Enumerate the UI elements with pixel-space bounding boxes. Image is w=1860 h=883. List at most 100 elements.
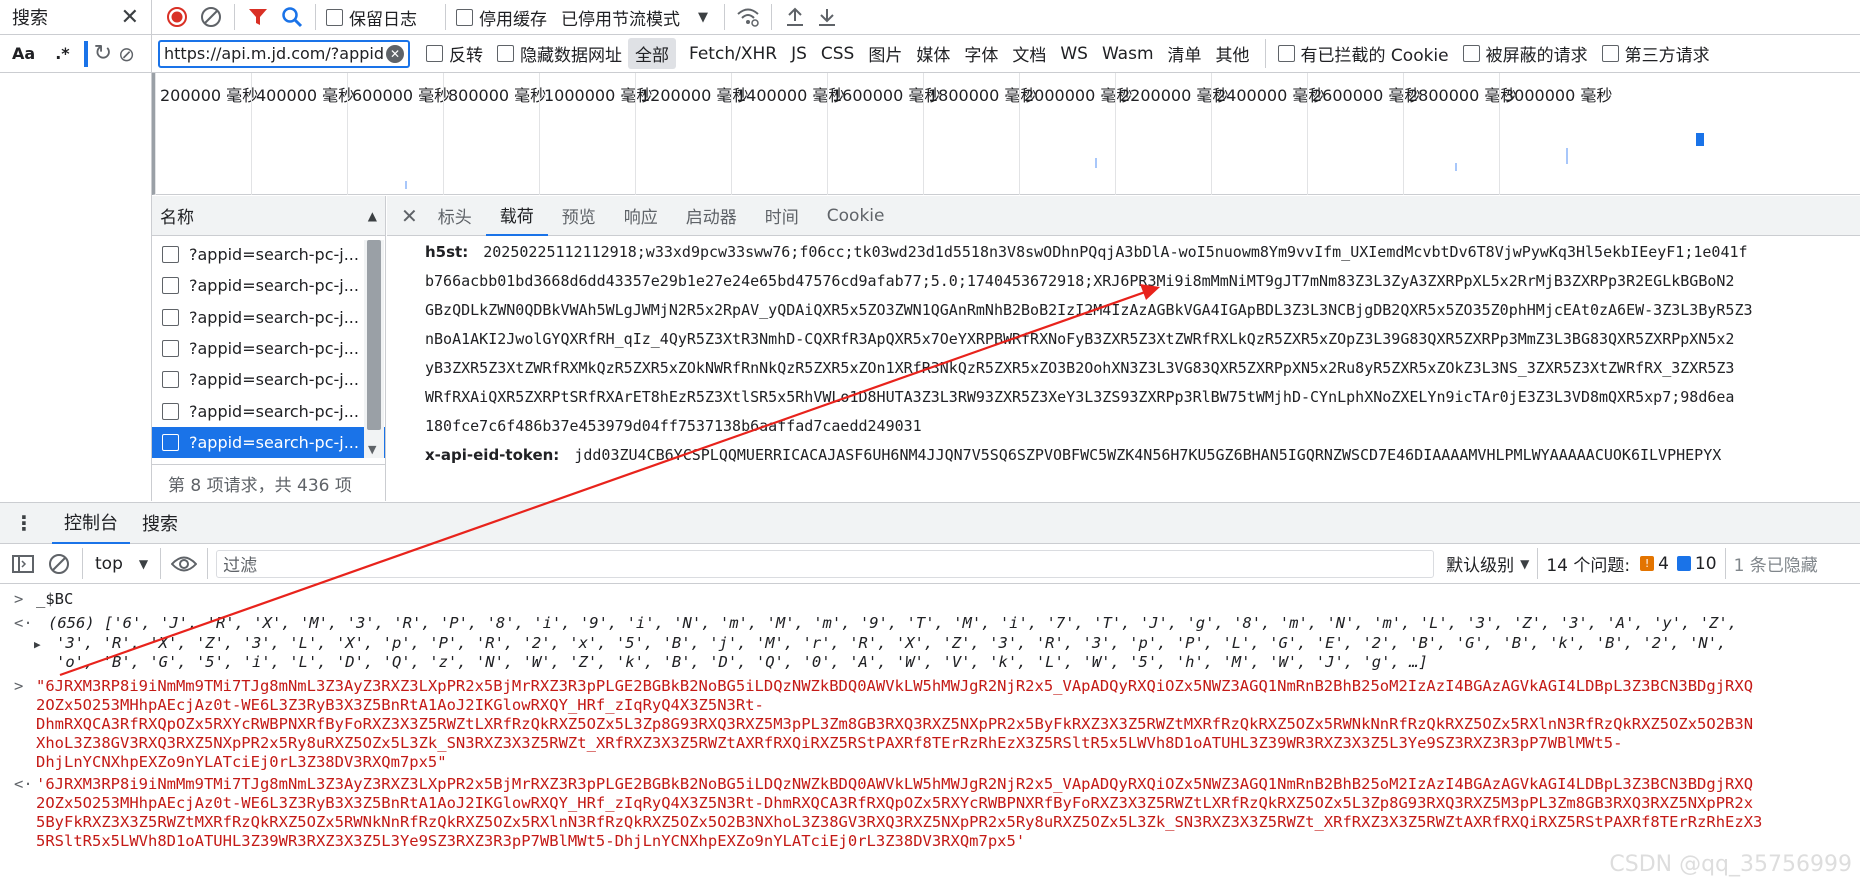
record-icon[interactable] [162, 2, 192, 32]
close-icon[interactable]: ✕ [121, 5, 139, 30]
request-row[interactable]: ?appid=search-pc-j... [152, 395, 385, 426]
tab-search[interactable]: 搜索 [130, 502, 190, 544]
filter-input-value: https://api.m.jd.com/?appid [164, 44, 384, 63]
param-value-line: 180fce7c6f486b37e453979d04ff7537138b6aaf… [425, 417, 922, 435]
network-conditions-icon[interactable] [733, 2, 763, 32]
filter-input[interactable]: https://api.m.jd.com/?appid ✕ [158, 39, 410, 68]
detail-tab-3[interactable]: 响应 [610, 196, 672, 236]
filter-type-10[interactable]: 清单 [1161, 38, 1209, 69]
preserve-log-label: 保留日志 [349, 9, 417, 30]
search-results-area [0, 73, 152, 501]
divider [445, 4, 446, 30]
context-select[interactable]: top ▼ [95, 554, 148, 574]
blocked-cookies-checkbox[interactable] [1277, 45, 1295, 62]
string-line: DhjLnYCNXhpEXZo9nYLATciEj0rL3Z38DV3RXQm7… [36, 753, 447, 771]
console-result-array[interactable]: <· (656) ['6', 'J', 'R', 'X', 'M', '3', '… [14, 614, 1737, 632]
close-icon[interactable]: ✕ [401, 204, 418, 228]
filter-type-9[interactable]: Wasm [1095, 41, 1161, 67]
console-result-array-line: ▶ '3', 'R', 'X', 'Z', '3', 'L', 'X', 'p',… [14, 634, 1726, 652]
sidebar-toggle-icon[interactable] [8, 549, 38, 579]
tab-console[interactable]: 控制台 [52, 502, 130, 544]
request-checkbox[interactable] [162, 371, 179, 389]
console-filter-placeholder: 过滤 [223, 556, 258, 576]
request-checkbox[interactable] [162, 402, 179, 420]
request-row[interactable]: ?appid=search-pc-j... [152, 333, 385, 364]
hide-data-urls-checkbox[interactable] [497, 45, 514, 62]
throttling-value: 已停用节流模式 [561, 9, 680, 30]
console-filter-input[interactable]: 过滤 [216, 549, 1435, 578]
clear-filter-icon[interactable]: ✕ [386, 44, 404, 63]
request-checkbox[interactable] [162, 277, 179, 295]
refresh-icon[interactable]: ↻ [94, 41, 112, 66]
disable-cache-checkbox[interactable] [456, 8, 473, 26]
array-preview-cont: '3', 'R', 'X', 'Z', '3', 'L', 'X', 'p', … [56, 634, 1727, 652]
param-key: h5st: [425, 243, 469, 261]
search-icon[interactable] [277, 2, 307, 32]
clear-icon[interactable]: ⊘ [118, 42, 135, 66]
scroll-down-icon[interactable]: ▼ [368, 443, 376, 456]
param-value-line: WRfRXAiQXR5ZXRPtSRfRXArET8hEzR5Z3XtlSR5x… [425, 388, 1735, 406]
request-row[interactable]: ?appid=search-pc-j... [152, 364, 385, 395]
eye-icon[interactable] [169, 549, 199, 579]
blocked-requests-checkbox[interactable] [1462, 45, 1480, 62]
detail-tab-1[interactable]: 载荷 [485, 196, 548, 236]
param-value-line: 20250225112112918;w33xd9pcw33sww76;f06cc… [483, 243, 1748, 261]
console-output: > _$BC <· (656) ['6', 'J', 'R', 'X', 'M', … [0, 584, 1860, 883]
request-list-scrollbar[interactable]: ▼ [364, 240, 384, 458]
request-name: ?appid=search-pc-j... [189, 401, 359, 421]
preserve-log-checkbox[interactable] [326, 8, 343, 26]
scroll-thumb[interactable] [367, 240, 381, 430]
filter-type-3[interactable]: CSS [814, 41, 861, 67]
prompt-chevron-icon: > [14, 677, 24, 695]
timeline-activity-mark [1566, 148, 1568, 164]
clear-icon[interactable] [196, 2, 226, 32]
filter-type-2[interactable]: JS [784, 41, 814, 67]
request-row[interactable]: ?appid=search-pc-j... [152, 426, 385, 459]
log-level-select[interactable]: 默认级别 ▼ [1446, 551, 1529, 576]
more-icon[interactable]: ⋮ [14, 511, 34, 535]
invert-label: 反转 [449, 46, 483, 66]
request-checkbox[interactable] [162, 308, 179, 326]
detail-tab-6[interactable]: Cookie [813, 196, 899, 236]
name-column-header[interactable]: 名称 ▲ [152, 196, 385, 236]
request-row[interactable]: ?appid=search-pc-j... [152, 302, 385, 333]
issues-button[interactable]: 14 个问题: ! 4 10 [1546, 551, 1716, 577]
invert-checkbox[interactable] [426, 45, 443, 62]
detail-tab-2[interactable]: 预览 [548, 196, 610, 236]
regex-button[interactable]: .* [55, 44, 69, 63]
detail-tab-5[interactable]: 时间 [751, 196, 813, 236]
filter-type-4[interactable]: 图片 [861, 38, 909, 69]
match-case-button[interactable]: Aa [12, 44, 35, 63]
divider [207, 548, 209, 579]
detail-tab-4[interactable]: 启动器 [672, 196, 751, 236]
blocked-cookies-label: 有已拦截的 Cookie [1300, 46, 1449, 66]
search-input[interactable] [83, 40, 88, 67]
filter-icon[interactable] [243, 2, 273, 32]
filter-type-0[interactable]: 全部 [628, 38, 676, 69]
expand-triangle-icon[interactable]: ▶ [34, 638, 56, 651]
network-overview-timeline[interactable]: 200000 毫秒 400000 毫秒 600000 毫秒 800000 毫秒 1000… [152, 73, 1860, 195]
request-checkbox[interactable] [162, 246, 179, 264]
string-line: "6JRXM3RP8i9iNmMm9TMi7TJg8mNmL3Z3AyZ3RXZ… [36, 677, 1754, 695]
request-row[interactable]: ?appid=search-pc-j... [152, 270, 385, 301]
third-party-label: 第三方请求 [1624, 46, 1710, 66]
filter-type-5[interactable]: 媒体 [909, 38, 957, 69]
detail-tab-0[interactable]: 标头 [424, 196, 486, 236]
filter-type-6[interactable]: 字体 [957, 38, 1005, 69]
third-party-checkbox[interactable] [1601, 45, 1619, 62]
filter-type-11[interactable]: 其他 [1209, 38, 1257, 69]
warning-count: 4 [1658, 553, 1669, 574]
result-arrow-icon: <· [14, 775, 33, 793]
filter-type-1[interactable]: Fetch/XHR [682, 41, 784, 67]
request-row[interactable]: ?appid=search-pc-j... [152, 239, 385, 270]
request-name: ?appid=search-pc-j... [189, 432, 359, 452]
upload-icon[interactable] [780, 2, 810, 32]
throttling-select[interactable]: 已停用节流模式 ▼ [561, 5, 708, 30]
filter-type-7[interactable]: 文档 [1005, 38, 1053, 69]
request-checkbox[interactable] [162, 340, 179, 358]
eid-token-param: x-api-eid-token: jdd03ZU4CB6YCSPLQQMUERR… [425, 446, 1721, 464]
clear-console-icon[interactable] [44, 549, 74, 579]
download-icon[interactable] [812, 2, 842, 32]
filter-type-8[interactable]: WS [1053, 41, 1095, 67]
request-checkbox[interactable] [162, 433, 179, 451]
